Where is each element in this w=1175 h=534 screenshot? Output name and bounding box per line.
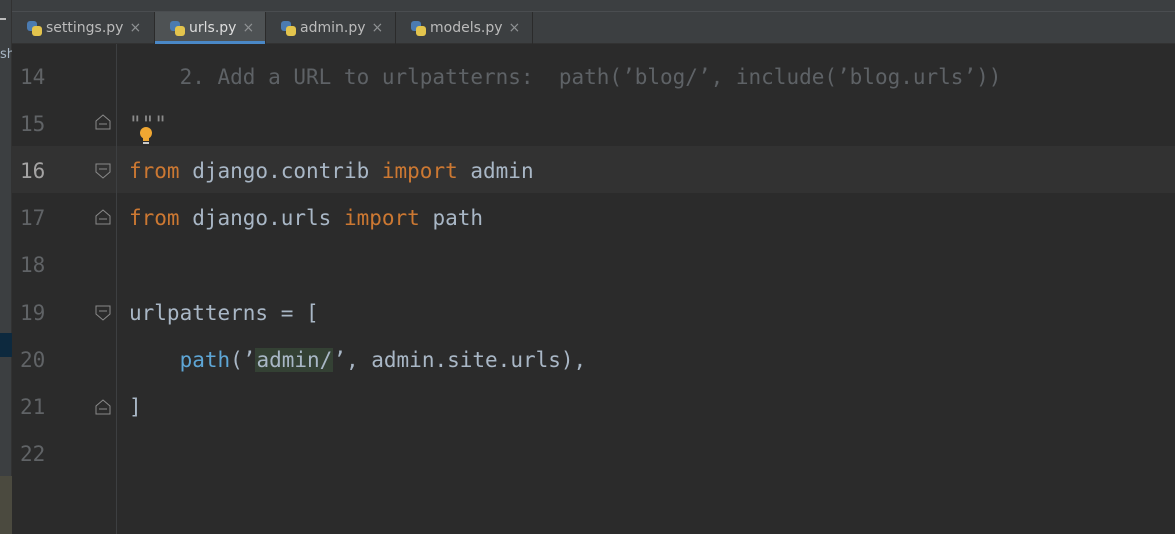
close-tab-icon[interactable]: × bbox=[129, 20, 141, 36]
project-tree-label: sh bbox=[0, 47, 12, 62]
code-line[interactable]: 16 from django.contrib import admin bbox=[12, 149, 1175, 196]
code-text[interactable]: path(’admin/’, admin.site.urls), bbox=[129, 348, 586, 372]
selected-string: admin/ bbox=[255, 348, 334, 372]
code-comment[interactable]: 2. Add a URL to urlpatterns: path(’blog/… bbox=[129, 65, 1002, 89]
fold-start-icon[interactable] bbox=[94, 162, 112, 180]
tab-label: admin.py bbox=[300, 20, 366, 36]
code-text[interactable]: from django.contrib import admin bbox=[129, 159, 534, 183]
call-args: ’, admin.site.urls), bbox=[333, 348, 587, 372]
tab-admin-py[interactable]: admin.py × bbox=[266, 12, 396, 44]
lightbulb-icon[interactable] bbox=[139, 126, 153, 146]
line-number: 22 bbox=[20, 442, 46, 466]
tab-label: models.py bbox=[430, 20, 503, 36]
python-file-icon bbox=[26, 20, 42, 36]
code-line[interactable]: 20 path(’admin/’, admin.site.urls), bbox=[12, 338, 1175, 385]
project-tree-highlight bbox=[0, 476, 12, 534]
fold-end-icon[interactable] bbox=[94, 208, 112, 226]
code-line[interactable]: 18 bbox=[12, 243, 1175, 290]
keyword-from: from bbox=[129, 159, 180, 183]
close-tab-icon[interactable]: × bbox=[372, 20, 384, 36]
code-line[interactable]: 19 urlpatterns = [ bbox=[12, 291, 1175, 338]
module-name: django.contrib bbox=[179, 159, 382, 183]
line-number: 18 bbox=[20, 253, 46, 277]
line-number: 15 bbox=[20, 112, 46, 136]
collapse-arrow-icon[interactable] bbox=[0, 18, 6, 20]
line-number: 14 bbox=[20, 65, 46, 89]
fold-end-icon[interactable] bbox=[94, 113, 112, 131]
function-call: path bbox=[179, 348, 231, 372]
code-line[interactable]: 22 bbox=[12, 432, 1175, 479]
code-line[interactable]: 21 ] bbox=[12, 385, 1175, 432]
imported-name: admin bbox=[457, 159, 534, 183]
module-name: django.urls bbox=[179, 206, 344, 230]
line-number: 17 bbox=[20, 206, 46, 230]
keyword-import: import bbox=[343, 206, 420, 230]
tab-label: urls.py bbox=[189, 20, 237, 36]
tab-urls-py[interactable]: urls.py × bbox=[155, 12, 266, 44]
fold-start-icon[interactable] bbox=[94, 304, 112, 322]
code-text[interactable]: ] bbox=[129, 395, 142, 419]
keyword-from: from bbox=[129, 206, 180, 230]
python-file-icon bbox=[169, 20, 185, 36]
tab-models-py[interactable]: models.py × bbox=[396, 12, 533, 44]
open-paren: (’ bbox=[230, 348, 256, 372]
tab-settings-py[interactable]: settings.py × bbox=[12, 12, 155, 44]
line-number: 20 bbox=[20, 348, 46, 372]
code-line[interactable]: 14 2. Add a URL to urlpatterns: path(’bl… bbox=[12, 55, 1175, 102]
line-number: 16 bbox=[20, 159, 46, 183]
close-tab-icon[interactable]: × bbox=[509, 20, 521, 36]
project-tool-strip[interactable]: sh bbox=[0, 0, 12, 534]
code-line[interactable]: 17 from django.urls import path bbox=[12, 196, 1175, 243]
keyword-import: import bbox=[381, 159, 458, 183]
fold-end-icon[interactable] bbox=[94, 398, 112, 416]
code-text[interactable]: from django.urls import path bbox=[129, 206, 483, 230]
project-tree-selection bbox=[0, 333, 12, 357]
python-file-icon bbox=[410, 20, 426, 36]
python-file-icon bbox=[280, 20, 296, 36]
line-number: 21 bbox=[20, 395, 46, 419]
line-number: 19 bbox=[20, 301, 46, 325]
window-top-edge bbox=[12, 0, 1175, 12]
close-tab-icon[interactable]: × bbox=[242, 20, 254, 36]
code-line[interactable]: 15 """ bbox=[12, 102, 1175, 149]
editor-tab-bar: settings.py × urls.py × admin.py × model… bbox=[12, 12, 1175, 44]
imported-name: path bbox=[419, 206, 484, 230]
code-text[interactable]: urlpatterns = [ bbox=[129, 301, 319, 325]
tab-label: settings.py bbox=[46, 20, 124, 36]
